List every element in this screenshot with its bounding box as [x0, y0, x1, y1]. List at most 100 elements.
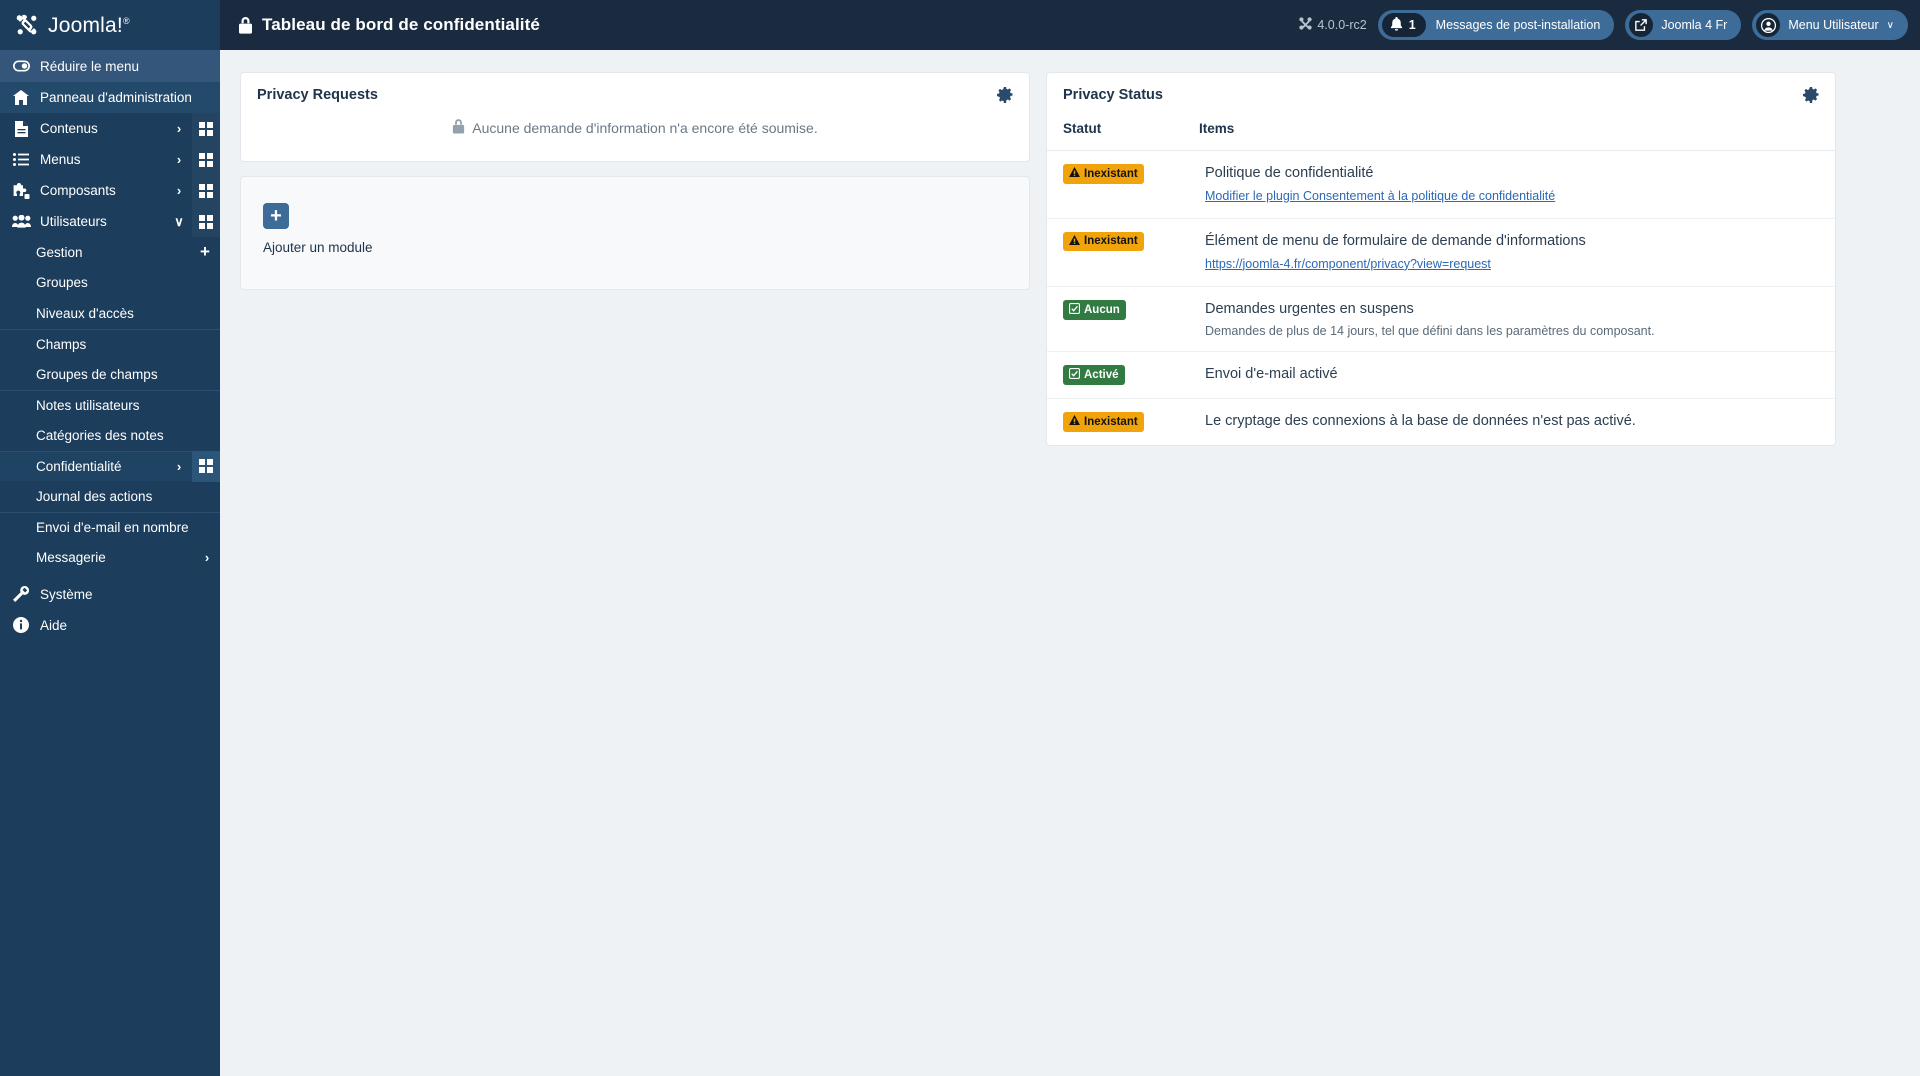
- user-menu-button[interactable]: Menu Utilisateur ∨: [1752, 10, 1908, 40]
- sidebar-subitem-envoi-email-label: Envoi d'e-mail en nombre: [36, 519, 189, 535]
- privacy-status-header: Privacy Status: [1047, 73, 1835, 115]
- grid-icon: [199, 152, 213, 167]
- sidebar-subitem-groupes[interactable]: Groupes: [0, 268, 220, 299]
- table-row: Inexistant Politique de confidentialité …: [1047, 150, 1835, 219]
- status-badge: Inexistant: [1063, 412, 1144, 432]
- privacy-requests-card: Privacy Requests Aucune demande d'inform…: [240, 72, 1030, 162]
- wrench-icon: [10, 586, 32, 602]
- privacy-status-table-head: Statut Items: [1047, 115, 1835, 151]
- user-circle-icon: [1756, 13, 1781, 37]
- status-badge-text: Aucun: [1084, 303, 1120, 316]
- add-module-card[interactable]: + Ajouter un module: [240, 176, 1030, 290]
- privacy-requests-empty-message: Aucune demande d'information n'a encore …: [241, 115, 1029, 161]
- sidebar-subitem-gestion[interactable]: Gestion +: [0, 237, 220, 268]
- column-header-statut: Statut: [1047, 115, 1189, 151]
- notification-badge: 1: [1381, 13, 1426, 37]
- sidebar: Joomla!® Réduire le menu Panneau d'admin…: [0, 0, 220, 1076]
- joomla-icon: [1299, 17, 1313, 33]
- sidebar-grid-button-composants[interactable]: [192, 175, 220, 206]
- item-link[interactable]: Modifier le plugin Consentement à la pol…: [1205, 189, 1555, 203]
- chevron-right-icon[interactable]: ›: [194, 550, 220, 565]
- sidebar-grid-button-confidentialite[interactable]: [192, 451, 220, 482]
- home-icon: [10, 90, 32, 105]
- sidebar-grid-button-utilisateurs[interactable]: [192, 206, 220, 237]
- privacy-status-card: Privacy Status Statut Items Inexistant P…: [1046, 72, 1836, 446]
- sidebar-grid-button-contenus[interactable]: [192, 113, 220, 144]
- privacy-status-table: Statut Items Inexistant Politique de con…: [1047, 115, 1835, 445]
- sidebar-collapse-label: Réduire le menu: [40, 58, 140, 74]
- right-column: Privacy Status Statut Items Inexistant P…: [1046, 72, 1836, 446]
- item-title: Politique de confidentialité: [1205, 165, 1374, 181]
- chevron-down-icon[interactable]: ∨: [1887, 20, 1894, 31]
- grid-icon: [199, 214, 213, 229]
- document-icon: [10, 120, 32, 137]
- sidebar-subitem-messagerie[interactable]: Messagerie ›: [0, 542, 220, 573]
- item-link[interactable]: https://joomla-4.fr/component/privacy?vi…: [1205, 257, 1491, 271]
- add-user-icon[interactable]: +: [190, 242, 220, 262]
- sidebar-subitem-niveaux-dacces[interactable]: Niveaux d'accès: [0, 298, 220, 329]
- sidebar-subitem-groupes-de-champs[interactable]: Groupes de champs: [0, 359, 220, 390]
- external-link-icon: [1629, 13, 1654, 37]
- add-module-button[interactable]: + Ajouter un module: [263, 203, 373, 255]
- gear-icon[interactable]: [1803, 87, 1819, 103]
- sidebar-item-systeme[interactable]: Système: [0, 579, 220, 610]
- sidebar-subitem-notes-utilisateurs[interactable]: Notes utilisateurs: [0, 389, 220, 421]
- user-menu-label: Menu Utilisateur: [1788, 18, 1879, 32]
- content-area: Privacy Requests Aucune demande d'inform…: [220, 50, 1920, 1076]
- sidebar-item-menus-label: Menus: [40, 152, 81, 167]
- brand-name: Joomla!®: [48, 13, 130, 37]
- sidebar-subitem-champs-label: Champs: [36, 336, 87, 352]
- sidebar-collapse-toggle[interactable]: Réduire le menu: [0, 50, 220, 82]
- chevron-right-icon[interactable]: ›: [166, 183, 192, 198]
- sidebar-subitem-niveaux-label: Niveaux d'accès: [36, 305, 134, 321]
- item-cell: Demandes urgentes en suspens Demandes de…: [1189, 286, 1835, 352]
- item-note: Demandes de plus de 14 jours, tel que dé…: [1205, 323, 1655, 338]
- grid-icon: [199, 459, 213, 474]
- visit-site-button[interactable]: Joomla 4 Fr: [1625, 10, 1742, 40]
- puzzle-icon: [10, 182, 32, 199]
- sidebar-item-dashboard[interactable]: Panneau d'administration: [0, 82, 220, 113]
- sidebar-item-utilisateurs[interactable]: Utilisateurs ∨: [0, 206, 220, 237]
- gear-icon[interactable]: [997, 87, 1013, 103]
- sidebar-item-composants[interactable]: Composants ›: [0, 175, 220, 206]
- sidebar-subitem-confidentialite[interactable]: Confidentialité ›: [0, 450, 220, 482]
- grid-icon: [199, 183, 213, 198]
- lock-icon: [238, 16, 253, 34]
- item-title: Le cryptage des connexions à la base de …: [1205, 413, 1636, 430]
- chevron-right-icon[interactable]: ›: [166, 121, 192, 136]
- chevron-right-icon[interactable]: ›: [166, 459, 192, 474]
- sidebar-subitem-groupes-label: Groupes: [36, 275, 88, 291]
- status-badge-text: Inexistant: [1084, 235, 1138, 248]
- bell-icon: [1390, 16, 1403, 34]
- sidebar-item-aide[interactable]: Aide: [0, 610, 220, 641]
- column-header-items: Items: [1189, 115, 1835, 151]
- status-badge-text: Inexistant: [1084, 167, 1138, 180]
- privacy-status-title: Privacy Status: [1063, 87, 1163, 103]
- table-row: Inexistant Le cryptage des connexions à …: [1047, 399, 1835, 445]
- post-installation-messages-button[interactable]: 1 Messages de post-installation: [1377, 10, 1615, 40]
- sidebar-item-systeme-label: Système: [40, 586, 93, 602]
- notification-count: 1: [1408, 18, 1416, 32]
- item-cell: Le cryptage des connexions à la base de …: [1189, 399, 1835, 445]
- sidebar-item-contenus[interactable]: Contenus ›: [0, 113, 220, 144]
- sidebar-subitem-journal-des-actions[interactable]: Journal des actions: [0, 481, 220, 512]
- status-badge-text: Inexistant: [1084, 415, 1138, 428]
- sidebar-grid-button-menus[interactable]: [192, 144, 220, 175]
- chevron-down-icon[interactable]: ∨: [166, 214, 192, 230]
- list-icon: [10, 153, 32, 166]
- sidebar-item-dashboard-label: Panneau d'administration: [40, 90, 192, 105]
- grid-icon: [199, 121, 213, 136]
- sidebar-item-menus[interactable]: Menus ›: [0, 144, 220, 175]
- info-icon: [10, 617, 32, 633]
- sidebar-subitem-envoi-email-en-nombre[interactable]: Envoi d'e-mail en nombre: [0, 511, 220, 543]
- item-title: Élément de menu de formulaire de demande…: [1205, 232, 1586, 249]
- sidebar-subitem-champs[interactable]: Champs: [0, 328, 220, 360]
- chevron-right-icon[interactable]: ›: [166, 152, 192, 167]
- table-header-row: Statut Items: [1047, 115, 1835, 151]
- version-text: 4.0.0-rc2: [1317, 18, 1367, 32]
- sidebar-subitem-messagerie-label: Messagerie: [36, 549, 106, 565]
- item-cell: Politique de confidentialité Modifier le…: [1189, 150, 1835, 219]
- sidebar-subitem-categories-des-notes[interactable]: Catégories des notes: [0, 420, 220, 451]
- brand-logo-area[interactable]: Joomla!®: [0, 0, 220, 50]
- plus-icon: +: [263, 203, 289, 229]
